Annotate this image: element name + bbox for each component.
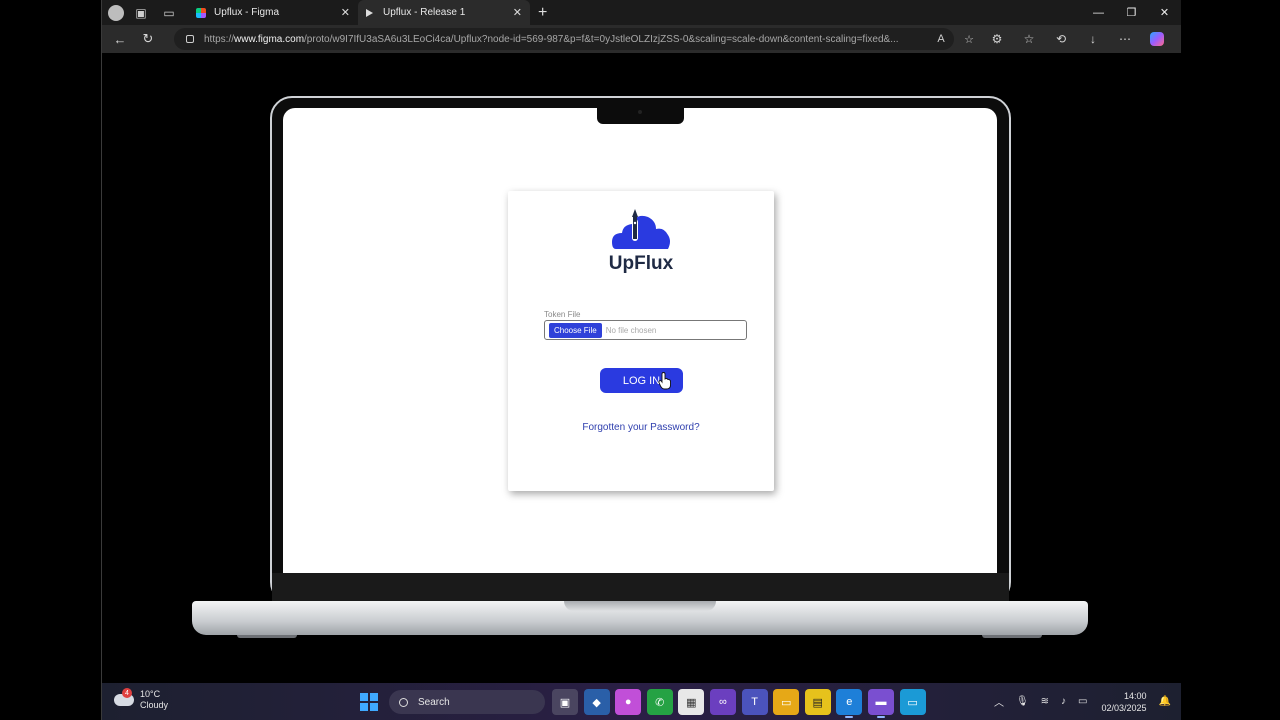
read-aloud-icon[interactable]: A	[927, 28, 955, 50]
favorite-star-icon[interactable]: ☆	[955, 28, 983, 50]
laptop-hinge	[272, 573, 1009, 601]
favorites-icon[interactable]: ☆	[1013, 25, 1045, 53]
minimize-icon[interactable]: —	[1082, 0, 1115, 25]
close-icon[interactable]: ✕	[513, 6, 522, 19]
profile-avatar[interactable]	[108, 4, 124, 21]
lock-icon	[186, 35, 194, 43]
volume-icon[interactable]: ♪	[1061, 696, 1066, 707]
taskbar: 4 10°C Cloudy Search ▣ ◆ ● ✆ ▦ ∞ T ▭ ▤ e…	[102, 683, 1181, 720]
tab-title: Upflux - Release 1	[383, 7, 466, 18]
weather-widget[interactable]: 4 10°C Cloudy	[114, 688, 169, 711]
notification-bell-icon[interactable]: 🔔	[1159, 696, 1171, 707]
wifi-icon[interactable]: ≋	[1041, 696, 1049, 707]
clipchamp-icon[interactable]: ▬	[867, 689, 894, 718]
office-icon[interactable]: ●	[615, 689, 642, 715]
time: 14:00	[1124, 690, 1147, 701]
figma-icon	[196, 7, 206, 18]
search-label: Search	[418, 696, 450, 708]
tab-figma[interactable]: Upflux - Figma ✕	[188, 0, 358, 25]
pinned-apps: ▣ ◆ ● ✆ ▦ ∞ T ▭ ▤ e ▬ ▭	[552, 689, 931, 718]
new-tab-icon[interactable]: +	[538, 4, 547, 22]
camera-notch	[597, 107, 684, 124]
upflux-logo-icon	[612, 209, 670, 249]
close-window-icon[interactable]: ✕	[1148, 0, 1181, 25]
workspaces-icon[interactable]: ▣	[130, 2, 152, 24]
edge-icon[interactable]: e	[836, 689, 863, 718]
sticky-notes-icon[interactable]: ▤	[804, 689, 831, 715]
login-card: UpFlux Token File Choose File No file ch…	[508, 191, 774, 491]
navigation-bar: ← ↻ https://www.figma.com/proto/w9I7IfU3…	[102, 25, 1181, 53]
file-status-text: No file chosen	[605, 325, 657, 335]
url-path: /proto/w9I7IfU3aSA6u3LEoCi4ca/Upflux?nod…	[304, 33, 899, 45]
laptop-lid-notch	[564, 601, 716, 611]
brand-title: UpFlux	[608, 253, 674, 274]
laptop-foot	[982, 635, 1042, 638]
weather-desc: Cloudy	[140, 700, 169, 710]
search-icon	[399, 697, 408, 707]
windows-start-icon[interactable]	[360, 693, 378, 711]
restore-icon[interactable]: ❐	[1115, 0, 1148, 25]
date: 02/03/2025	[1101, 702, 1147, 713]
play-icon	[366, 8, 373, 17]
window-controls: — ❐ ✕	[1082, 0, 1181, 25]
tab-release[interactable]: Upflux - Release 1 ✕	[358, 0, 530, 25]
clock[interactable]: 14:00 02/03/2025	[1102, 690, 1147, 714]
token-file-input[interactable]: Choose File No file chosen	[544, 320, 747, 340]
microphone-icon[interactable]: 🎙	[1016, 696, 1029, 707]
weather-temp: 10°C	[140, 689, 161, 699]
store-icon[interactable]: ▦	[678, 689, 705, 715]
tab-strip: ▣ ▭ Upflux - Figma ✕ Upflux - Release 1 …	[102, 0, 1181, 25]
battery-icon[interactable]: ▭	[1078, 696, 1087, 707]
choose-file-button[interactable]: Choose File	[549, 322, 602, 338]
browser-window: ▣ ▭ Upflux - Figma ✕ Upflux - Release 1 …	[101, 0, 1181, 720]
more-menu-icon[interactable]: ⋯	[1109, 25, 1141, 53]
hand-cursor-icon	[658, 372, 671, 390]
notification-badge: 4	[122, 688, 132, 698]
token-file-label: Token File	[544, 310, 581, 319]
url-prefix: https://	[204, 33, 235, 45]
visual-studio-icon[interactable]: ∞	[709, 689, 736, 715]
address-bar[interactable]: https://www.figma.com/proto/w9I7IfU3aSA6…	[174, 28, 954, 50]
file-explorer-icon[interactable]: ▭	[773, 689, 800, 715]
copilot-icon[interactable]	[1141, 25, 1173, 53]
task-view-icon[interactable]: ▣	[552, 689, 578, 715]
close-icon[interactable]: ✕	[341, 6, 350, 19]
remote-desktop-icon[interactable]: ▭	[899, 689, 926, 715]
back-icon[interactable]: ←	[106, 25, 134, 53]
whatsapp-icon[interactable]: ✆	[646, 689, 673, 715]
tab-title: Upflux - Figma	[214, 7, 280, 18]
teams-icon[interactable]: T	[741, 689, 768, 715]
taskbar-search[interactable]: Search	[389, 690, 545, 714]
refresh-icon[interactable]: ↻	[134, 25, 162, 53]
cloud-icon: 4	[114, 688, 134, 706]
downloads-icon[interactable]: ↓	[1077, 25, 1109, 53]
url-host: www.figma.com	[234, 33, 305, 45]
extensions-icon[interactable]: ⚙	[981, 25, 1013, 53]
system-tray: ︿ 🎙 ≋ ♪ ▭ 14:00 02/03/2025 🔔	[982, 683, 1171, 720]
laptop-foot	[237, 635, 297, 638]
forgot-password-link[interactable]: Forgotten your Password?	[508, 422, 774, 433]
history-icon[interactable]: ⟲	[1045, 25, 1077, 53]
chevron-up-icon[interactable]: ︿	[994, 694, 1004, 709]
vertical-tabs-icon[interactable]: ▭	[158, 2, 180, 24]
copilot-app-icon[interactable]: ◆	[583, 689, 610, 715]
figma-prototype-viewport: UpFlux Token File Choose File No file ch…	[102, 53, 1181, 683]
browser-toolbar: ⚙ ☆ ⟲ ↓ ⋯	[981, 25, 1173, 53]
